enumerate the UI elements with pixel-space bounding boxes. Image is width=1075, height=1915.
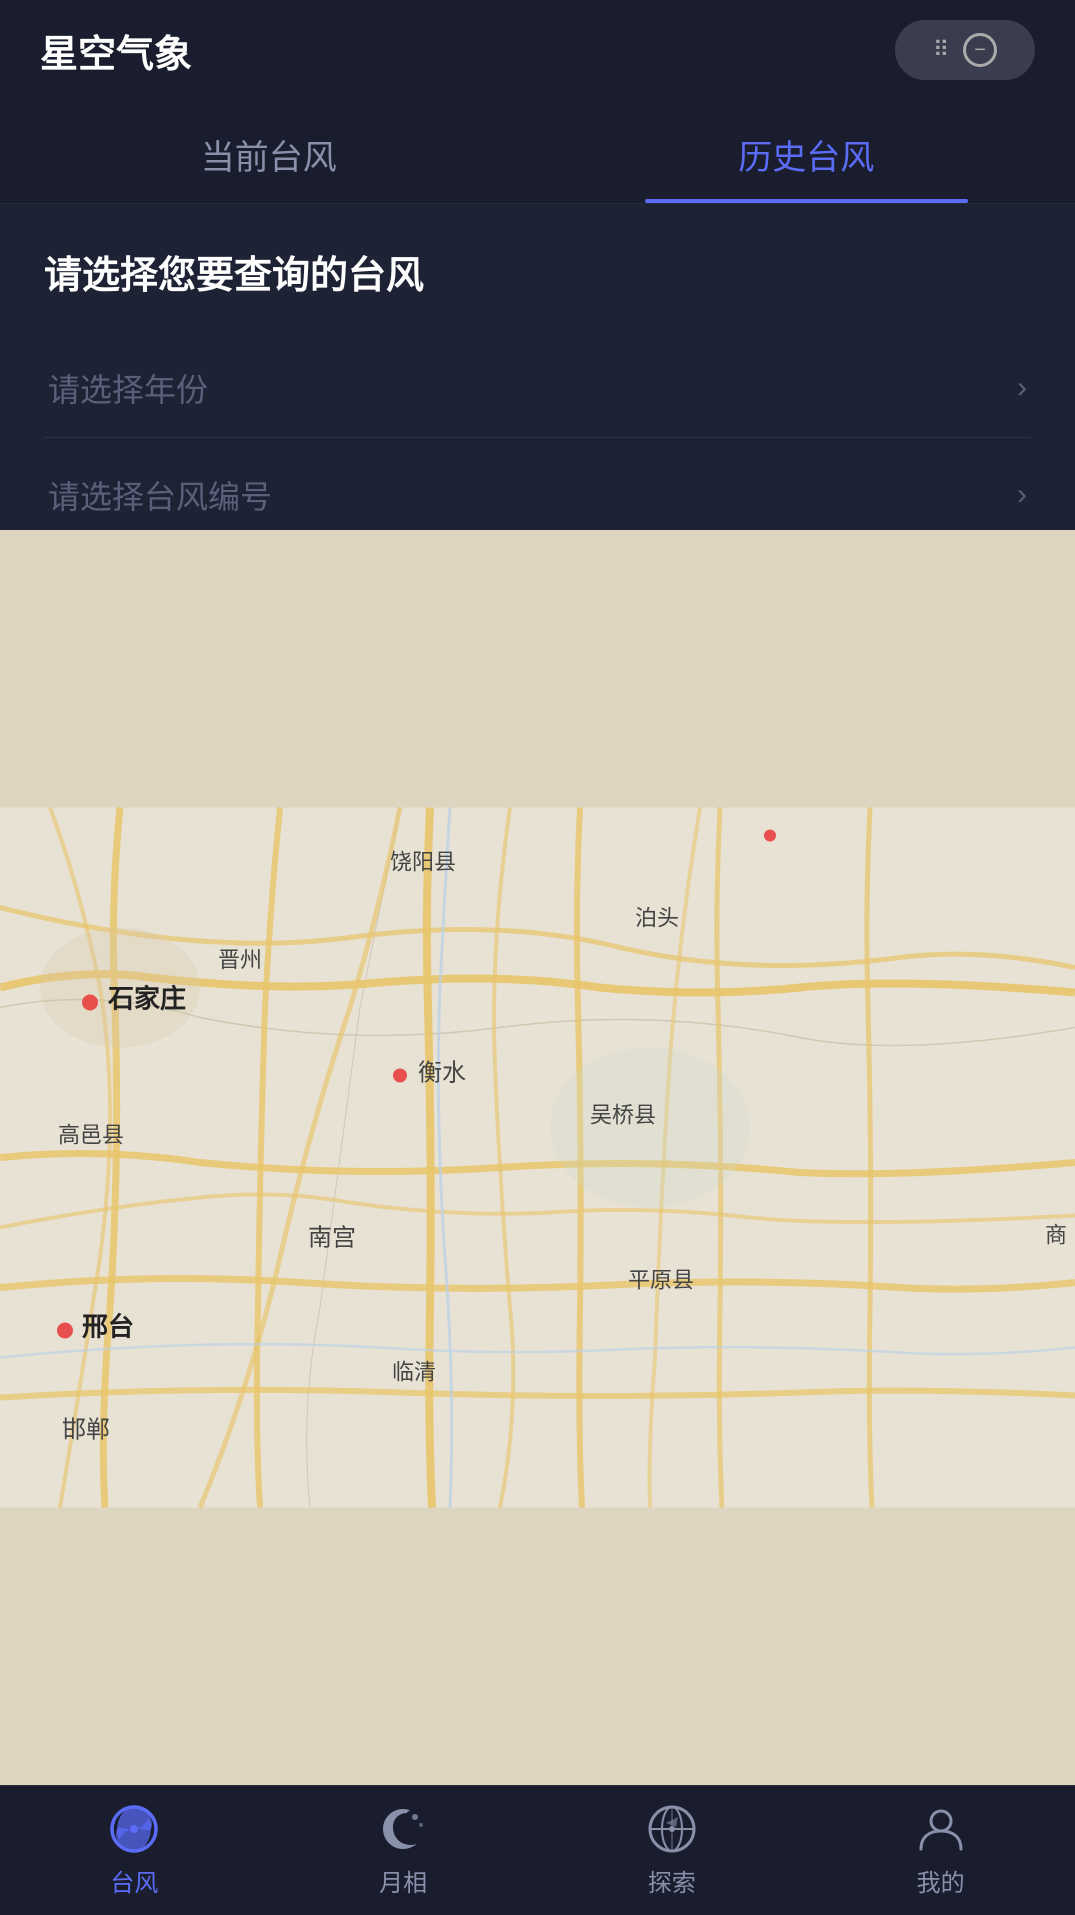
typhoon-icon	[108, 1803, 160, 1855]
minus-circle-icon: −	[963, 33, 997, 67]
app-header: 星空气象 ⠿ −	[0, 0, 1075, 100]
tab-bar: 当前台风 历史台风	[0, 100, 1075, 204]
dots-icon: ⠿	[933, 37, 951, 63]
person-icon	[915, 1803, 967, 1855]
tab-current-typhoon[interactable]: 当前台风	[0, 100, 538, 203]
svg-text:石家庄: 石家庄	[107, 984, 186, 1014]
svg-text:晋州: 晋州	[218, 948, 262, 973]
svg-text:邯郸: 邯郸	[62, 1417, 110, 1444]
map-area: 石家庄 晋州 饶阳县 泊头 高邑县 衡水 吴桥县 南宫 邢台 平原县 临清 邯郸…	[0, 530, 1075, 1785]
typhoon-chevron-icon: ›	[1017, 478, 1027, 512]
nav-label-explore: 探索	[648, 1863, 696, 1898]
moon-icon	[377, 1803, 429, 1855]
app-title: 星空气象	[40, 23, 192, 78]
nav-label-typhoon: 台风	[110, 1863, 158, 1898]
explore-icon	[646, 1803, 698, 1855]
tab-history-typhoon[interactable]: 历史台风	[538, 100, 1075, 203]
header-control[interactable]: ⠿ −	[895, 20, 1035, 80]
year-selector[interactable]: 请选择年份 ›	[44, 339, 1031, 438]
svg-text:平原县: 平原县	[628, 1268, 694, 1293]
svg-text:南宫: 南宫	[308, 1225, 356, 1252]
typhoon-selector-label: 请选择台风编号	[48, 472, 272, 518]
map-svg: 石家庄 晋州 饶阳县 泊头 高邑县 衡水 吴桥县 南宫 邢台 平原县 临清 邯郸…	[0, 530, 1075, 1785]
nav-item-moon[interactable]: 月相	[269, 1803, 538, 1898]
year-selector-label: 请选择年份	[48, 365, 208, 411]
nav-item-mine[interactable]: 我的	[806, 1803, 1075, 1898]
nav-item-explore[interactable]: 探索	[538, 1803, 807, 1898]
svg-text:吴桥县: 吴桥县	[590, 1103, 656, 1128]
svg-text:衡水: 衡水	[418, 1060, 466, 1087]
svg-text:商: 商	[1045, 1223, 1067, 1248]
panel-title: 请选择您要查询的台风	[44, 244, 1031, 299]
bottom-nav: 台风 月相 探索	[0, 1785, 1075, 1915]
svg-text:临清: 临清	[392, 1360, 436, 1385]
svg-text:邢台: 邢台	[82, 1312, 134, 1342]
svg-text:高邑县: 高邑县	[58, 1123, 124, 1148]
svg-text:泊头: 泊头	[635, 906, 679, 931]
nav-label-moon: 月相	[379, 1863, 427, 1898]
nav-item-typhoon[interactable]: 台风	[0, 1803, 269, 1898]
year-chevron-icon: ›	[1017, 371, 1027, 405]
svg-text:饶阳县: 饶阳县	[390, 850, 456, 875]
nav-label-mine: 我的	[917, 1863, 965, 1898]
